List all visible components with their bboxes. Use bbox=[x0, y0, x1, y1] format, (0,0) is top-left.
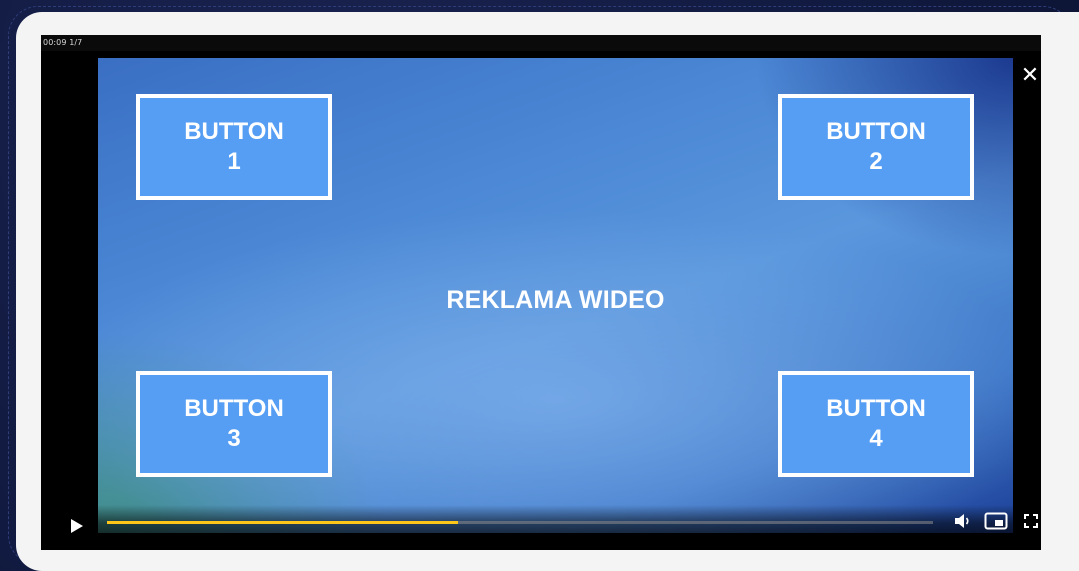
video-player[interactable]: 00:09 1/7 BUTTON 1 BUTTON 2 REKLAMA WIDE… bbox=[41, 35, 1041, 550]
play-icon[interactable] bbox=[70, 518, 84, 534]
close-icon[interactable]: ✕ bbox=[1019, 65, 1041, 87]
fullscreen-icon[interactable] bbox=[1024, 514, 1038, 528]
ad-timer: 00:09 1/7 bbox=[43, 38, 83, 47]
ad-button-3-label-line2: 3 bbox=[227, 425, 241, 452]
ad-title: REKLAMA WIDEO bbox=[446, 286, 665, 314]
ad-button-3[interactable]: BUTTON 3 bbox=[136, 371, 332, 477]
volume-icon[interactable] bbox=[954, 513, 972, 529]
player-top-bar: 00:09 1/7 bbox=[41, 35, 1041, 51]
ad-button-2-label-line1: BUTTON bbox=[826, 118, 926, 145]
player-controls-bar bbox=[41, 505, 1041, 550]
ad-button-4-label-line1: BUTTON bbox=[826, 395, 926, 422]
progress-bar[interactable] bbox=[107, 521, 933, 524]
ad-button-1[interactable]: BUTTON 1 bbox=[136, 94, 332, 200]
progress-fill bbox=[107, 521, 459, 524]
ad-button-4-label-line2: 4 bbox=[869, 425, 883, 452]
picture-in-picture-icon[interactable] bbox=[984, 512, 1008, 530]
ad-button-4[interactable]: BUTTON 4 bbox=[778, 371, 974, 477]
video-ad-area[interactable]: BUTTON 1 BUTTON 2 REKLAMA WIDEO BUTTON 3… bbox=[98, 58, 1013, 533]
ad-button-2-label-line2: 2 bbox=[869, 148, 883, 175]
ad-button-1-label-line2: 1 bbox=[227, 148, 241, 175]
ad-button-2[interactable]: BUTTON 2 bbox=[778, 94, 974, 200]
ad-button-3-label-line1: BUTTON bbox=[184, 395, 284, 422]
ad-button-1-label-line1: BUTTON bbox=[184, 118, 284, 145]
